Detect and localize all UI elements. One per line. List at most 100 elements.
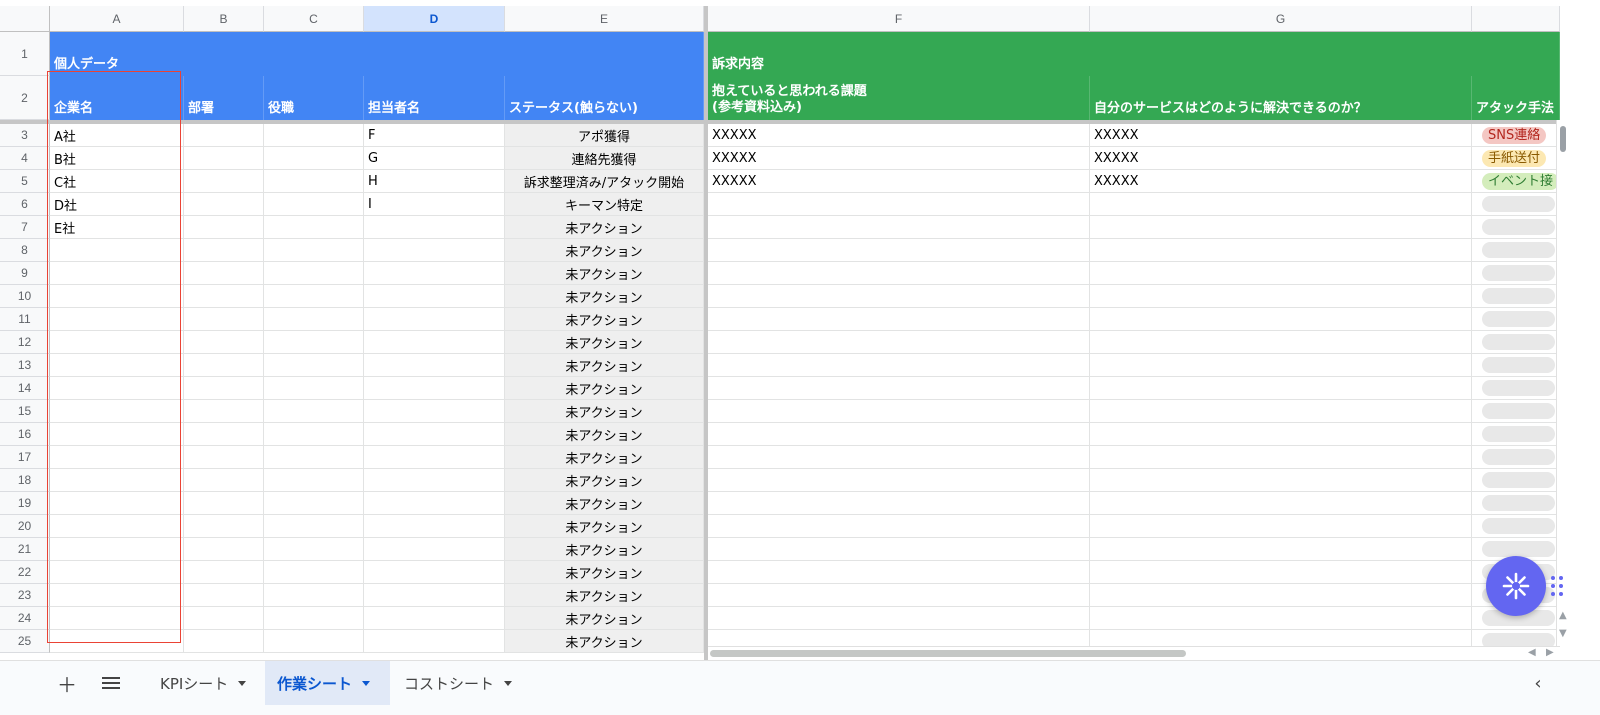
cell-solution[interactable] <box>1090 354 1472 377</box>
cell-company[interactable]: A社 <box>50 124 184 147</box>
cell-contact[interactable] <box>364 469 505 492</box>
cell-company[interactable] <box>50 354 184 377</box>
cell-contact[interactable] <box>364 446 505 469</box>
empty-dropdown-chip[interactable] <box>1482 265 1555 281</box>
cell-issues[interactable] <box>708 538 1090 561</box>
header-company[interactable]: 企業名 <box>50 76 184 120</box>
cell-contact[interactable] <box>364 377 505 400</box>
column-header[interactable]: B <box>184 6 264 32</box>
header-attack-method[interactable]: アタック手法 <box>1472 76 1560 120</box>
cell-position[interactable] <box>264 469 364 492</box>
row-header[interactable]: 23 <box>0 584 50 607</box>
cell-company[interactable] <box>50 492 184 515</box>
sheet-tab[interactable]: KPIシート <box>148 661 264 705</box>
cell-department[interactable] <box>184 124 264 147</box>
cell-solution[interactable] <box>1090 377 1472 400</box>
cell-issues[interactable] <box>708 423 1090 446</box>
chevron-left-icon[interactable]: ‹ <box>1526 661 1550 705</box>
cell-contact[interactable] <box>364 216 505 239</box>
cell-attack-method[interactable]: イベント接 <box>1472 170 1560 193</box>
cell-company[interactable]: C社 <box>50 170 184 193</box>
cell-department[interactable] <box>184 331 264 354</box>
attack-method-chip[interactable]: 手紙送付 <box>1482 149 1547 167</box>
cell-issues[interactable] <box>708 216 1090 239</box>
cell-solution[interactable] <box>1090 331 1472 354</box>
row-header[interactable]: 10 <box>0 285 50 308</box>
empty-dropdown-chip[interactable] <box>1482 288 1555 304</box>
cell-solution[interactable]: XXXXX <box>1090 170 1472 193</box>
cell-company[interactable] <box>50 561 184 584</box>
select-all-corner[interactable] <box>0 6 50 32</box>
row-header[interactable]: 14 <box>0 377 50 400</box>
cell-position[interactable] <box>264 308 364 331</box>
cell-position[interactable] <box>264 377 364 400</box>
header-issues[interactable]: 抱えていると思われる課題 (参考資料込み) <box>708 76 1090 120</box>
cell-issues[interactable]: XXXXX <box>708 147 1090 170</box>
cell-company[interactable] <box>50 308 184 331</box>
cell-issues[interactable] <box>708 331 1090 354</box>
cell-solution[interactable] <box>1090 216 1472 239</box>
cell-status[interactable]: 未アクション <box>505 630 704 653</box>
row-header[interactable]: 7 <box>0 216 50 239</box>
cell-position[interactable] <box>264 331 364 354</box>
cell-company[interactable] <box>50 630 184 653</box>
cell-contact[interactable] <box>364 331 505 354</box>
cell-status[interactable]: 未アクション <box>505 377 704 400</box>
cell-status[interactable]: キーマン特定 <box>505 193 704 216</box>
column-header[interactable]: F <box>708 6 1090 32</box>
cell-attack-method[interactable] <box>1472 400 1560 423</box>
cell-attack-method[interactable] <box>1472 239 1560 262</box>
cell-status[interactable]: 未アクション <box>505 469 704 492</box>
cell-solution[interactable] <box>1090 538 1472 561</box>
row-header[interactable]: 9 <box>0 262 50 285</box>
cell-status[interactable]: 未アクション <box>505 239 704 262</box>
row-header[interactable]: 8 <box>0 239 50 262</box>
cell-contact[interactable] <box>364 515 505 538</box>
cell-contact[interactable]: I <box>364 193 505 216</box>
cell-status[interactable]: 未アクション <box>505 515 704 538</box>
cell-status[interactable]: 未アクション <box>505 584 704 607</box>
cell-status[interactable]: 未アクション <box>505 216 704 239</box>
row-header[interactable]: 16 <box>0 423 50 446</box>
cell-company[interactable] <box>50 285 184 308</box>
cell-issues[interactable] <box>708 193 1090 216</box>
cell-position[interactable] <box>264 584 364 607</box>
cell-company[interactable] <box>50 400 184 423</box>
cell-attack-method[interactable] <box>1472 285 1560 308</box>
column-header[interactable] <box>1472 6 1560 32</box>
empty-dropdown-chip[interactable] <box>1482 426 1555 442</box>
column-header[interactable]: E <box>505 6 704 32</box>
cell-solution[interactable] <box>1090 262 1472 285</box>
cell-contact[interactable] <box>364 308 505 331</box>
cell-attack-method[interactable] <box>1472 423 1560 446</box>
cell-status[interactable]: 未アクション <box>505 538 704 561</box>
cell-department[interactable] <box>184 561 264 584</box>
cell-position[interactable] <box>264 515 364 538</box>
row-header[interactable]: 13 <box>0 354 50 377</box>
cell-solution[interactable] <box>1090 469 1472 492</box>
cell-solution[interactable] <box>1090 492 1472 515</box>
group-label-appeal[interactable]: 訴求内容 <box>708 32 1560 76</box>
cell-issues[interactable] <box>708 561 1090 584</box>
cell-department[interactable] <box>184 400 264 423</box>
chevron-down-icon[interactable] <box>362 680 371 686</box>
header-contact[interactable]: 担当者名 <box>364 76 505 120</box>
cell-status[interactable]: 未アクション <box>505 354 704 377</box>
cell-company[interactable] <box>50 239 184 262</box>
cell-position[interactable] <box>264 446 364 469</box>
cell-solution[interactable] <box>1090 515 1472 538</box>
row-header[interactable]: 15 <box>0 400 50 423</box>
row-header[interactable]: 2 <box>0 76 50 120</box>
group-label-personal-data[interactable]: 個人データ <box>50 32 704 76</box>
scroll-right-arrow-icon[interactable]: ▶ <box>1546 647 1554 658</box>
cell-issues[interactable] <box>708 354 1090 377</box>
sheet-tab[interactable]: コストシート <box>392 661 528 705</box>
cell-issues[interactable] <box>708 446 1090 469</box>
cell-contact[interactable] <box>364 492 505 515</box>
scroll-left-arrow-icon[interactable]: ◀ <box>1528 647 1536 658</box>
drag-handle-icon[interactable] <box>1550 574 1564 598</box>
menu-icon[interactable] <box>98 661 124 705</box>
cell-company[interactable] <box>50 584 184 607</box>
cell-department[interactable] <box>184 492 264 515</box>
attack-method-chip[interactable]: SNS連絡 <box>1482 126 1547 144</box>
